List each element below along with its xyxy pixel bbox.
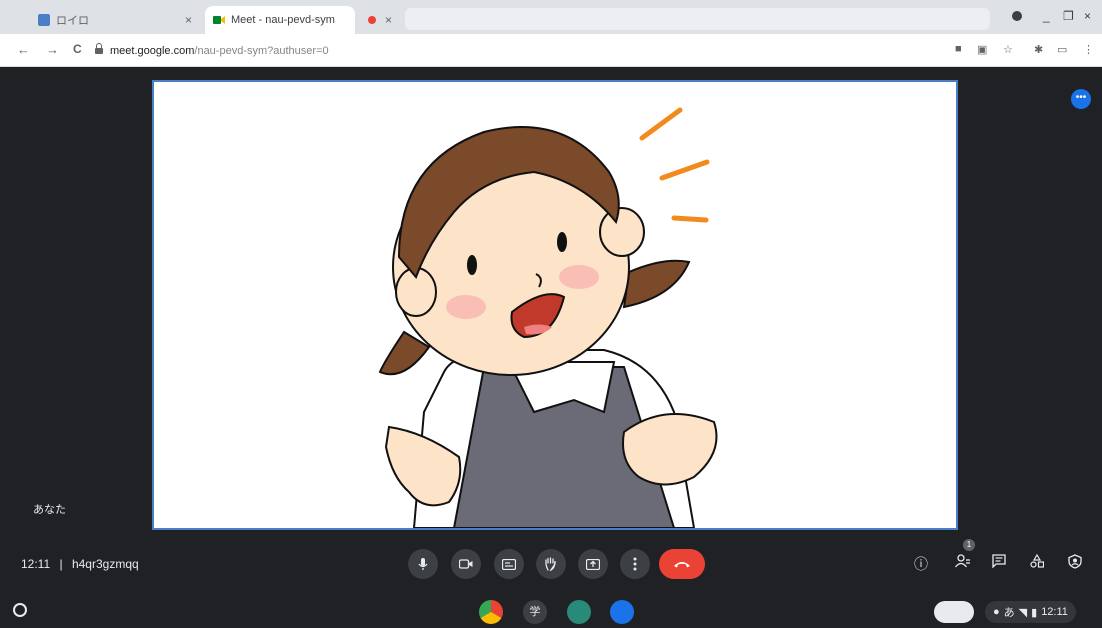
forward-button[interactable]: → [46,42,59,57]
ime-icon: あ [1003,607,1015,619]
host-controls-icon[interactable] [1068,554,1082,572]
notification-icon: ● [993,606,1000,618]
camera-in-use-icon[interactable]: ■ [955,43,962,55]
more-options-button[interactable]: ••• [1071,89,1091,109]
maximize-button[interactable]: ❐ [1063,9,1074,23]
translate-icon[interactable]: ▣ [977,43,987,56]
reload-button[interactable]: C [73,42,82,56]
meeting-info-icon[interactable]: ⓘ [914,554,928,574]
activities-icon[interactable] [1030,553,1045,571]
mic-icon [418,558,428,570]
raise-hand-button[interactable] [536,549,566,579]
separator: | [59,557,63,571]
url-host: meet.google.com [110,45,195,57]
meet-favicon-icon [213,14,225,26]
raise-hand-icon [545,557,556,571]
present-button[interactable] [578,549,608,579]
tab-strip: ロイロ × Meet - nau-pevd-sym × × _ ❐ × [0,0,1102,34]
illustration-girl-icon [378,107,718,528]
participant-count-badge: 1 [963,539,975,551]
new-tab-area[interactable] [405,8,990,30]
recording-indicator-icon [368,16,376,24]
close-tab-icon[interactable]: × [385,13,392,27]
lock-icon [95,42,103,56]
close-window-button[interactable]: × [1084,9,1091,23]
tab-title: ロイロ [56,15,89,27]
meeting-code: h4qr3gzmqq [71,557,139,571]
battery-icon: ▮ [1031,606,1038,619]
self-name-label: あなた [33,504,66,516]
recording-pill[interactable] [934,601,974,623]
chrome-app-icon[interactable] [479,600,503,624]
meet-stage: ••• あなた 12:11 | h4qr3gzmqq ⓘ 1 [0,67,1102,627]
ime-app-icon[interactable]: 学 [523,600,547,624]
browser-toolbar: ← → C meet.google.com /nau-pevd-sym?auth… [0,34,1102,67]
tab-meet[interactable]: Meet - nau-pevd-sym × [205,6,355,34]
minimize-button[interactable]: _ [1043,9,1050,23]
star-icon[interactable]: ☆ [1003,43,1013,56]
captions-button[interactable] [494,549,524,579]
menu-icon[interactable]: ⋮ [1083,43,1094,56]
end-call-button[interactable] [659,549,705,579]
cast-icon[interactable]: ▭ [1057,43,1067,56]
roiro-favicon-icon [38,14,50,26]
present-icon [586,558,600,570]
address-bar[interactable]: meet.google.com /nau-pevd-sym?authuser=0 [95,41,905,61]
close-tab-icon[interactable]: × [185,13,192,27]
tab-recording[interactable]: × [360,6,400,34]
meet-app-icon[interactable] [610,600,634,624]
wifi-icon: ◥ [1018,606,1028,619]
meeting-time: 12:11 [21,557,51,571]
launcher-icon[interactable] [13,603,27,617]
people-icon[interactable] [954,554,971,571]
profile-icon[interactable] [1012,11,1022,21]
more-controls-button[interactable] [620,549,650,579]
captions-icon [502,558,516,570]
meeting-details: 12:11 | h4qr3gzmqq [21,557,139,571]
chat-icon[interactable] [992,554,1006,571]
tab-roiro[interactable]: ロイロ × [30,6,200,34]
back-button[interactable]: ← [17,42,30,57]
more-vert-icon [633,557,637,571]
extensions-icon[interactable]: ✱ [1034,43,1043,56]
camera-icon [459,559,473,569]
os-shelf: 学 ● あ ◥ ▮ 12:11 [0,595,1102,628]
tab-title: Meet - nau-pevd-sym [231,14,335,26]
end-call-icon [674,562,690,568]
browser-app-icon[interactable] [567,600,591,624]
url-path: /nau-pevd-sym?authuser=0 [194,45,329,57]
camera-button[interactable] [451,549,481,579]
participant-video [152,80,958,530]
status-tray[interactable]: ● あ ◥ ▮ 12:11 [985,601,1076,623]
mic-button[interactable] [408,549,438,579]
shelf-clock: 12:11 [1041,606,1068,618]
